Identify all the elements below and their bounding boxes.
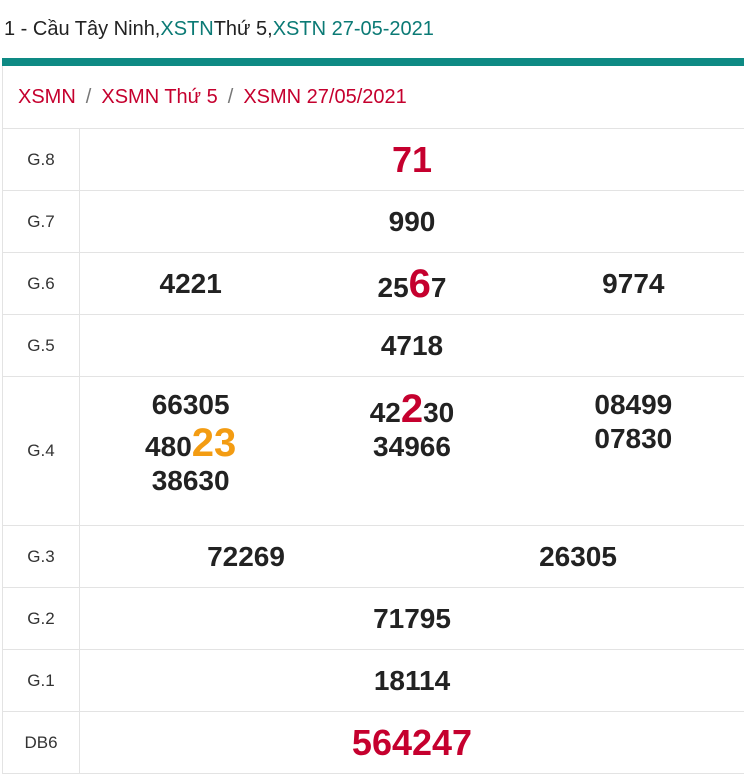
prize-column: 08499 07830	[523, 377, 744, 525]
prize-number: 38630	[151, 465, 230, 496]
header-divider	[2, 58, 744, 66]
breadcrumb-separator: /	[227, 85, 234, 108]
prize-row-g3: G.3 72269 26305	[3, 526, 744, 588]
breadcrumb: XSMN / XSMN Thứ 5 / XSMN 27/05/2021	[3, 66, 744, 129]
prize-number: 990	[388, 205, 436, 237]
prize-label: G.4	[3, 377, 80, 525]
prize-number: 18114	[373, 664, 451, 696]
breadcrumb-xsmn-thu5[interactable]: XSMN Thứ 5	[101, 86, 217, 109]
prize-number: 71	[391, 138, 433, 180]
prize-row-g1: G.1 18114	[3, 650, 744, 712]
highlight-digit: 2	[400, 387, 424, 431]
prize-label: G.5	[3, 315, 80, 376]
prize-label: G.6	[3, 253, 80, 314]
page-title: 1 - Cầu Tây Ninh, XSTN Thứ 5, XSTN 27-05…	[0, 0, 744, 58]
prize-label: G.1	[3, 650, 80, 711]
prize-number: 66305	[151, 389, 230, 420]
results-panel: XSMN / XSMN Thứ 5 / XSMN 27/05/2021 G.8 …	[2, 66, 744, 774]
prize-number: 9774	[602, 267, 665, 299]
prize-number: 4718	[380, 329, 444, 361]
breadcrumb-xsmn-date[interactable]: XSMN 27/05/2021	[243, 86, 406, 109]
number-part: 480	[145, 431, 192, 462]
prize-label: G.8	[3, 129, 80, 190]
prize-row-g5: G.5 4718	[3, 315, 744, 377]
number-part: 42	[369, 397, 401, 428]
xstn-date-link[interactable]: XSTN 27-05-2021	[273, 18, 434, 41]
prize-label: G.3	[3, 526, 80, 587]
prize-number: 42230	[370, 389, 455, 429]
prize-column: 66305 48023 38630	[80, 377, 301, 525]
prize-number: 48023	[145, 423, 236, 463]
number-part: 25	[377, 271, 409, 303]
number-part: 7	[430, 271, 447, 303]
xstn-link[interactable]: XSTN	[160, 18, 213, 41]
prize-label: G.7	[3, 191, 80, 252]
breadcrumb-separator: /	[85, 85, 92, 108]
highlight-digits: 23	[191, 421, 237, 465]
prize-row-g7: G.7 990	[3, 191, 744, 253]
prize-number: 07830	[594, 423, 673, 454]
title-mid: Thứ 5,	[213, 17, 273, 40]
prize-row-g4: G.4 66305 48023 38630 42230 34966 08499 …	[3, 377, 744, 526]
prize-row-g8: G.8 71	[3, 129, 744, 191]
prize-row-db: DB6 564247	[3, 712, 744, 774]
prize-label: G.2	[3, 588, 80, 649]
breadcrumb-xsmn[interactable]: XSMN	[18, 86, 76, 109]
prize-number: 08499	[594, 389, 673, 420]
special-prize-number: 564247	[351, 721, 473, 763]
highlight-digit: 6	[408, 261, 431, 306]
prize-number: 34966	[373, 431, 451, 462]
title-prefix: 1 - Cầu Tây Ninh,	[4, 17, 161, 40]
prize-label: DB6	[3, 712, 80, 773]
prize-column: 42230 34966	[301, 377, 522, 525]
prize-number: 71795	[373, 602, 451, 634]
prize-number: 26305	[539, 540, 617, 572]
prize-number: 72269	[207, 540, 285, 572]
prize-number: 2567	[301, 264, 522, 304]
prize-number: 4221	[159, 267, 222, 299]
number-part: 30	[423, 397, 455, 428]
prize-row-g2: G.2 71795	[3, 588, 744, 650]
prize-row-g6: G.6 4221 2567 9774	[3, 253, 744, 315]
